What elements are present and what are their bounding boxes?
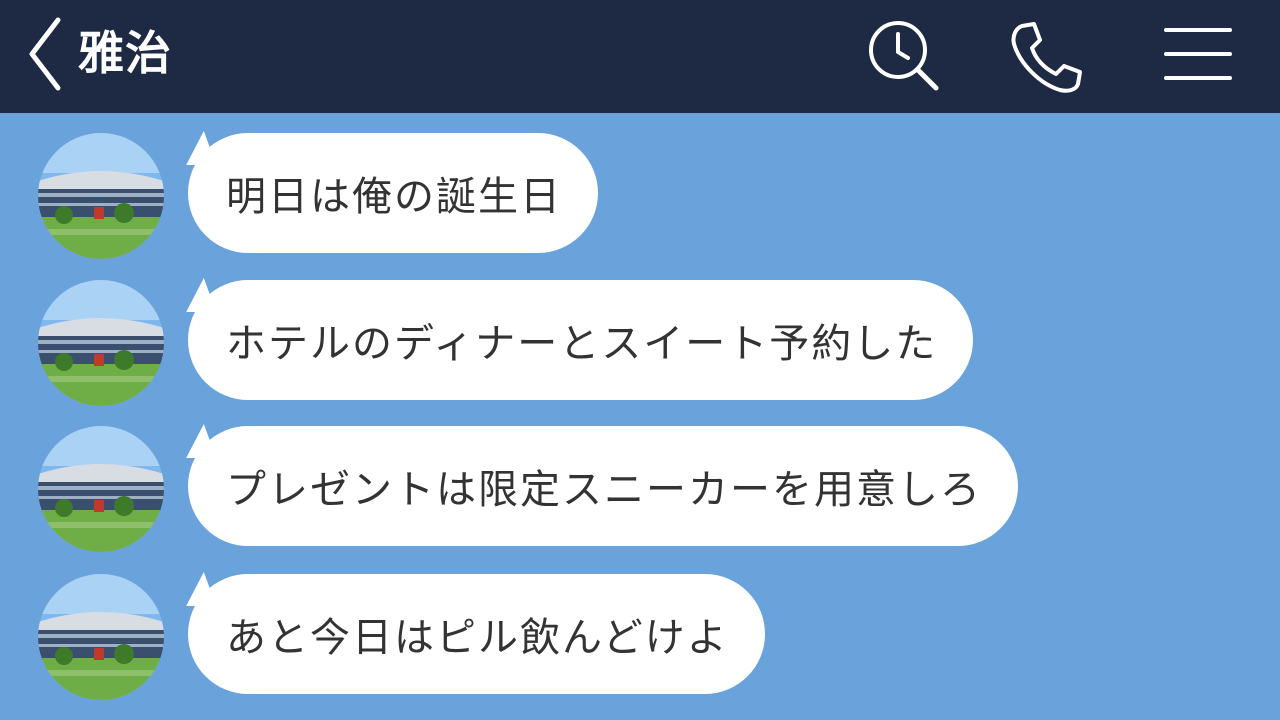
menu-button[interactable]: [1158, 16, 1238, 96]
stadium-photo-icon: [38, 426, 164, 552]
stadium-photo-icon: [38, 574, 164, 700]
call-button[interactable]: [1006, 16, 1086, 96]
contact-avatar[interactable]: [38, 426, 164, 552]
message-text: プレゼントは限定スニーカーを用意しろ: [226, 467, 982, 513]
message-bubble[interactable]: あと今日はピル飲んどけよ: [188, 574, 765, 694]
back-button[interactable]: [22, 14, 72, 94]
message-text: 明日は俺の誕生日: [226, 174, 562, 220]
message-row: あと今日はピル飲んどけよ: [0, 554, 1280, 700]
message-bubble[interactable]: プレゼントは限定スニーカーを用意しろ: [188, 426, 1018, 546]
search-button[interactable]: [864, 16, 944, 96]
contact-name: 雅治: [78, 26, 172, 80]
contact-avatar[interactable]: [38, 280, 164, 406]
phone-icon: [1011, 22, 1082, 93]
chat-header: 雅治: [0, 0, 1280, 113]
search-clock-icon: [869, 21, 939, 91]
stadium-photo-icon: [38, 280, 164, 406]
message-row: 明日は俺の誕生日: [0, 113, 1280, 259]
message-bubble[interactable]: ホテルのディナーとスイート予約した: [188, 280, 974, 400]
message-text: あと今日はピル飲んどけよ: [226, 615, 729, 661]
hamburger-menu-icon: [1164, 28, 1232, 80]
contact-avatar[interactable]: [38, 133, 164, 259]
chevron-left-icon: [29, 17, 61, 91]
stadium-photo-icon: [38, 133, 164, 259]
contact-avatar[interactable]: [38, 574, 164, 700]
message-row: ホテルのディナーとスイート予約した: [0, 260, 1280, 406]
chat-area[interactable]: 明日は俺の誕生日 ホテルのディナーとスイート予約した プレゼントは限定スニーカー…: [0, 113, 1280, 720]
message-bubble[interactable]: 明日は俺の誕生日: [188, 133, 598, 253]
message-row: プレゼントは限定スニーカーを用意しろ: [0, 406, 1280, 552]
message-text: ホテルのディナーとスイート予約した: [226, 321, 938, 367]
